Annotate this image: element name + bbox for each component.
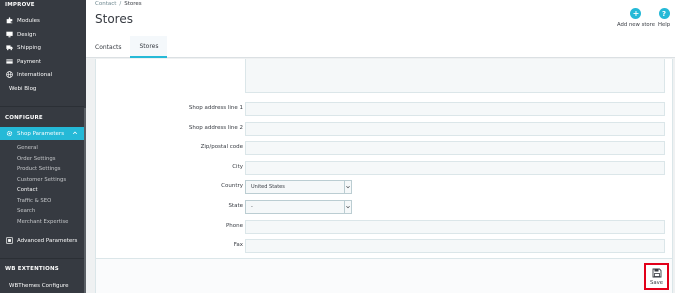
sidebar-item-advanced-parameters[interactable]: Advanced Parameters (0, 234, 84, 247)
field-label: City (232, 164, 243, 170)
sidebar-scrollbar[interactable] (84, 108, 86, 293)
truck-icon (5, 44, 13, 51)
page-header: Contact / Stores Stores Contacts Stores + … (86, 0, 675, 58)
plus-circle-icon: + (630, 8, 642, 19)
sidebar-sub-order-settings[interactable]: Order Settings (17, 156, 55, 162)
field-label: Zip/postal code (200, 144, 243, 150)
sidebar-item-label: Payment (17, 58, 42, 65)
sidebar-sub-merchant-expertise[interactable]: Merchant Expertise (17, 219, 68, 225)
chevron-down-icon (344, 181, 351, 193)
zip-postal-code-input[interactable] (245, 141, 665, 155)
address-line-2-input[interactable] (245, 122, 665, 136)
form-row-address2: Shop address line 2 (96, 122, 674, 136)
sidebar-sub-contact[interactable]: Contact (17, 187, 38, 193)
tab-bar: Contacts Stores (86, 36, 168, 58)
field-label: Fax (233, 242, 243, 248)
chevron-up-icon (72, 130, 78, 138)
sidebar-item-modules[interactable]: Modules (0, 14, 84, 27)
breadcrumb: Contact / Stores (95, 1, 142, 7)
floppy-disk-icon (652, 268, 661, 277)
sidebar-sub-general[interactable]: General (17, 145, 38, 151)
sidebar-item-webi-blog[interactable]: Webi Blog (0, 82, 84, 95)
tab-stores[interactable]: Stores (130, 36, 168, 58)
sidebar-item-international[interactable]: International (0, 68, 84, 81)
sidebar-item-payment[interactable]: Payment (0, 55, 84, 68)
save-label: Save (649, 279, 663, 286)
form-row-city: City (96, 161, 674, 175)
sidebar-item-label: International (17, 71, 53, 78)
add-new-store-label: Add new store (617, 22, 655, 28)
store-form-panel: Shop address line 1 Shop address line 2 … (95, 59, 673, 293)
tab-contacts[interactable]: Contacts (86, 36, 130, 58)
sidebar-item-design[interactable]: Design (0, 28, 84, 41)
breadcrumb-current: Stores (124, 1, 142, 7)
improve-heading: IMPROVE (5, 2, 35, 8)
wb-extentions-heading: WB EXTENTIONS (5, 266, 59, 272)
textarea-field[interactable] (245, 59, 665, 93)
sidebar-item-label: Shop Parameters (17, 130, 65, 137)
fax-input[interactable] (245, 239, 665, 253)
field-label: Phone (225, 223, 243, 229)
sidebar-sub-product-settings[interactable]: Product Settings (17, 166, 61, 172)
sidebar-item-label: Shipping (17, 44, 41, 51)
save-button[interactable]: Save (644, 263, 669, 290)
help-button[interactable]: ? Help (658, 8, 670, 28)
country-select-value: United States (251, 184, 285, 190)
sidebar-sub-traffic-seo[interactable]: Traffic & SEO (17, 198, 51, 204)
advanced-icon (5, 237, 13, 244)
chevron-down-icon (344, 201, 351, 213)
sidebar-divider (0, 106, 84, 107)
sidebar-item-label: Webi Blog (9, 85, 37, 92)
globe-icon (5, 71, 13, 78)
sidebar-item-label: Design (17, 31, 36, 38)
sidebar-item-label: WBThemes Configure (9, 282, 69, 289)
form-row-phone: Phone (96, 220, 674, 234)
form-row-fax: Fax (96, 239, 674, 253)
form-row-address1: Shop address line 1 (96, 102, 674, 116)
gear-icon (5, 130, 13, 137)
monitor-icon (5, 31, 13, 38)
form-row-country: Country United States (96, 180, 674, 194)
state-select-value: - (251, 204, 253, 210)
address-line-1-input[interactable] (245, 102, 665, 116)
sidebar: IMPROVE Modules Design Shipping Payment … (0, 0, 86, 293)
phone-input[interactable] (245, 220, 665, 234)
sidebar-item-label: Modules (17, 17, 40, 24)
sidebar-sub-customer-settings[interactable]: Customer Settings (17, 177, 66, 183)
add-new-store-button[interactable]: + Add new store (617, 8, 655, 28)
breadcrumb-separator: / (119, 1, 122, 7)
sidebar-item-shipping[interactable]: Shipping (0, 41, 84, 54)
puzzle-icon (5, 17, 13, 24)
breadcrumb-link[interactable]: Contact (95, 1, 116, 7)
sidebar-sub-search[interactable]: Search (17, 208, 35, 214)
help-label: Help (658, 22, 671, 28)
field-label: Shop address line 2 (188, 125, 243, 131)
help-circle-icon: ? (658, 8, 670, 19)
page-title: Stores (95, 12, 133, 26)
configure-heading: CONFIGURE (5, 115, 43, 121)
field-label: Shop address line 1 (188, 105, 243, 111)
state-select[interactable]: - (245, 200, 352, 214)
sidebar-divider (0, 258, 84, 259)
sidebar-item-wbthemes-configure[interactable]: WBThemes Configure (0, 279, 84, 292)
form-row-state: State - (96, 200, 674, 214)
field-label: Country (221, 183, 243, 189)
form-footer: Save (96, 258, 672, 293)
form-row-zip: Zip/postal code (96, 141, 674, 155)
field-label: State (228, 203, 243, 209)
sidebar-item-label: Advanced Parameters (17, 237, 78, 244)
credit-card-icon (5, 58, 13, 65)
country-select[interactable]: United States (245, 180, 352, 194)
city-input[interactable] (245, 161, 665, 175)
sidebar-item-shop-parameters[interactable]: Shop Parameters (0, 127, 84, 140)
